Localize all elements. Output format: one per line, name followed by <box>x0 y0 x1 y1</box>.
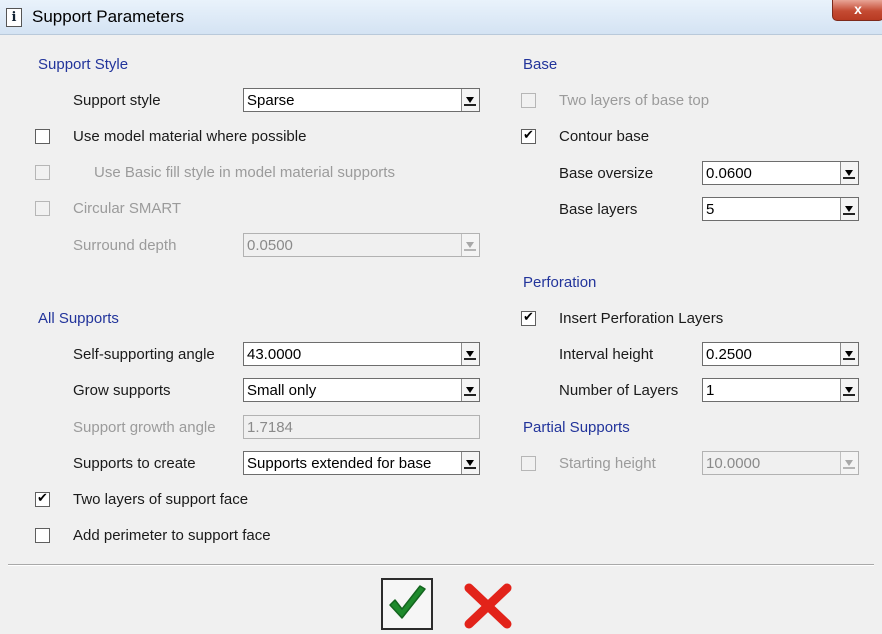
add-perimeter-label: Add perimeter to support face <box>73 527 271 544</box>
surround-depth-label: Surround depth <box>73 237 177 254</box>
number-of-layers-value: 1 <box>706 382 715 399</box>
circular-smart-label: Circular SMART <box>73 200 182 217</box>
support-style-value: Sparse <box>247 92 295 109</box>
dropdown-arrow-icon <box>840 452 858 474</box>
number-of-layers-select[interactable]: 1 <box>702 378 859 402</box>
support-growth-angle-value: 1.7184 <box>247 419 293 436</box>
supports-to-create-label: Supports to create <box>73 455 196 472</box>
basic-fill-label: Use Basic fill style in model material s… <box>94 164 395 181</box>
base-layers-value: 5 <box>706 201 715 218</box>
supports-to-create-value: Supports extended for base <box>247 455 432 472</box>
dropdown-arrow-icon[interactable] <box>461 343 479 365</box>
base-oversize-value: 0.0600 <box>706 165 752 182</box>
support-style-label: Support style <box>73 92 161 109</box>
support-style-select[interactable]: Sparse <box>243 88 480 112</box>
use-model-material-checkbox[interactable] <box>35 129 50 144</box>
support-growth-angle-label: Support growth angle <box>73 419 216 436</box>
surround-depth-select: 0.0500 <box>243 233 480 257</box>
dropdown-arrow-icon <box>461 234 479 256</box>
title-bar: i Support Parameters x <box>0 0 882 35</box>
checkmark-icon: ✔ <box>523 310 534 325</box>
dropdown-arrow-icon[interactable] <box>461 452 479 474</box>
grow-supports-value: Small only <box>247 382 317 399</box>
self-supporting-angle-select[interactable]: 43.0000 <box>243 342 480 366</box>
interval-height-select[interactable]: 0.2500 <box>702 342 859 366</box>
all-supports-heading: All Supports <box>38 310 119 327</box>
info-icon[interactable]: i <box>6 8 22 27</box>
perforation-heading: Perforation <box>523 274 597 291</box>
two-layers-base-top-checkbox <box>521 93 536 108</box>
footer-divider <box>8 564 874 566</box>
self-supporting-angle-value: 43.0000 <box>247 346 302 363</box>
circular-smart-checkbox <box>35 201 50 216</box>
two-layers-support-face-checkbox[interactable]: ✔ <box>35 492 50 507</box>
basic-fill-checkbox <box>35 165 50 180</box>
checkmark-icon: ✔ <box>523 128 534 143</box>
checkmark-icon <box>389 585 426 619</box>
add-perimeter-checkbox[interactable] <box>35 528 50 543</box>
surround-depth-value: 0.0500 <box>247 237 293 254</box>
insert-perforation-checkbox[interactable]: ✔ <box>521 311 536 326</box>
supports-to-create-select[interactable]: Supports extended for base <box>243 451 480 475</box>
support-style-heading: Support Style <box>38 56 129 73</box>
window-title: Support Parameters <box>32 7 185 26</box>
two-layers-base-top-label: Two layers of base top <box>559 92 710 109</box>
starting-height-label: Starting height <box>559 455 656 472</box>
starting-height-select: 10.0000 <box>702 451 859 475</box>
support-growth-angle-field: 1.7184 <box>243 415 480 439</box>
base-oversize-label: Base oversize <box>559 165 654 182</box>
self-supporting-angle-label: Self-supporting angle <box>73 346 215 363</box>
cancel-button[interactable] <box>463 582 513 630</box>
partial-supports-heading: Partial Supports <box>523 419 630 436</box>
grow-supports-select[interactable]: Small only <box>243 378 480 402</box>
dropdown-arrow-icon[interactable] <box>840 343 858 365</box>
close-button[interactable]: x <box>832 0 882 21</box>
starting-height-value: 10.0000 <box>706 455 761 472</box>
two-layers-support-face-label: Two layers of support face <box>73 491 249 508</box>
contour-base-checkbox[interactable]: ✔ <box>521 129 536 144</box>
dropdown-arrow-icon[interactable] <box>840 162 858 184</box>
base-heading: Base <box>523 56 558 73</box>
starting-height-checkbox <box>521 456 536 471</box>
base-layers-label: Base layers <box>559 201 638 218</box>
insert-perforation-label: Insert Perforation Layers <box>559 310 724 327</box>
use-model-material-label: Use model material where possible <box>73 128 307 145</box>
dropdown-arrow-icon[interactable] <box>461 379 479 401</box>
dropdown-arrow-icon[interactable] <box>461 89 479 111</box>
base-layers-select[interactable]: 5 <box>702 197 859 221</box>
interval-height-value: 0.2500 <box>706 346 752 363</box>
dropdown-arrow-icon[interactable] <box>840 198 858 220</box>
ok-button[interactable] <box>381 578 433 630</box>
red-x-icon <box>464 583 512 629</box>
number-of-layers-label: Number of Layers <box>559 382 679 399</box>
checkmark-icon: ✔ <box>37 491 48 506</box>
contour-base-label: Contour base <box>559 128 650 145</box>
base-oversize-select[interactable]: 0.0600 <box>702 161 859 185</box>
dropdown-arrow-icon[interactable] <box>840 379 858 401</box>
interval-height-label: Interval height <box>559 346 654 363</box>
grow-supports-label: Grow supports <box>73 382 171 399</box>
